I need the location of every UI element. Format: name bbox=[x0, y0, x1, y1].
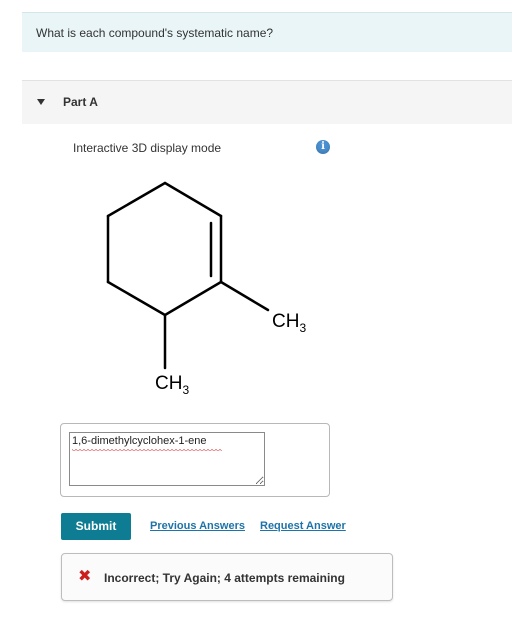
methyl-label-right: CH3 bbox=[272, 311, 306, 335]
methyl-label-bottom: CH3 bbox=[155, 373, 189, 397]
ring-bond bbox=[163, 181, 223, 218]
answer-box: 1,6-dimethylcyclohex-1-ene bbox=[60, 423, 330, 497]
x-icon: ✖ bbox=[78, 568, 92, 585]
answer-input[interactable]: 1,6-dimethylcyclohex-1-ene bbox=[69, 432, 265, 486]
ring-bond bbox=[163, 280, 223, 317]
spellcheck-underline bbox=[72, 449, 222, 453]
page: What is each compound's systematic name?… bbox=[0, 0, 512, 627]
methyl-ch-right: CH bbox=[272, 311, 299, 332]
previous-answers-link[interactable]: Previous Answers bbox=[150, 520, 245, 532]
methyl-sub-bottom: 3 bbox=[182, 383, 189, 397]
ring-bond bbox=[106, 181, 167, 218]
feedback-text: Incorrect; Try Again; 4 attempts remaini… bbox=[104, 571, 345, 585]
ring-bond bbox=[106, 280, 167, 317]
submit-button[interactable]: Submit bbox=[61, 513, 131, 540]
request-answer-link[interactable]: Request Answer bbox=[260, 520, 346, 532]
methyl-ch-bottom: CH bbox=[155, 373, 182, 394]
methyl-sub-right: 3 bbox=[299, 321, 306, 335]
methyl-bond-right bbox=[219, 280, 270, 312]
feedback-box: ✖ Incorrect; Try Again; 4 attempts remai… bbox=[61, 553, 393, 601]
